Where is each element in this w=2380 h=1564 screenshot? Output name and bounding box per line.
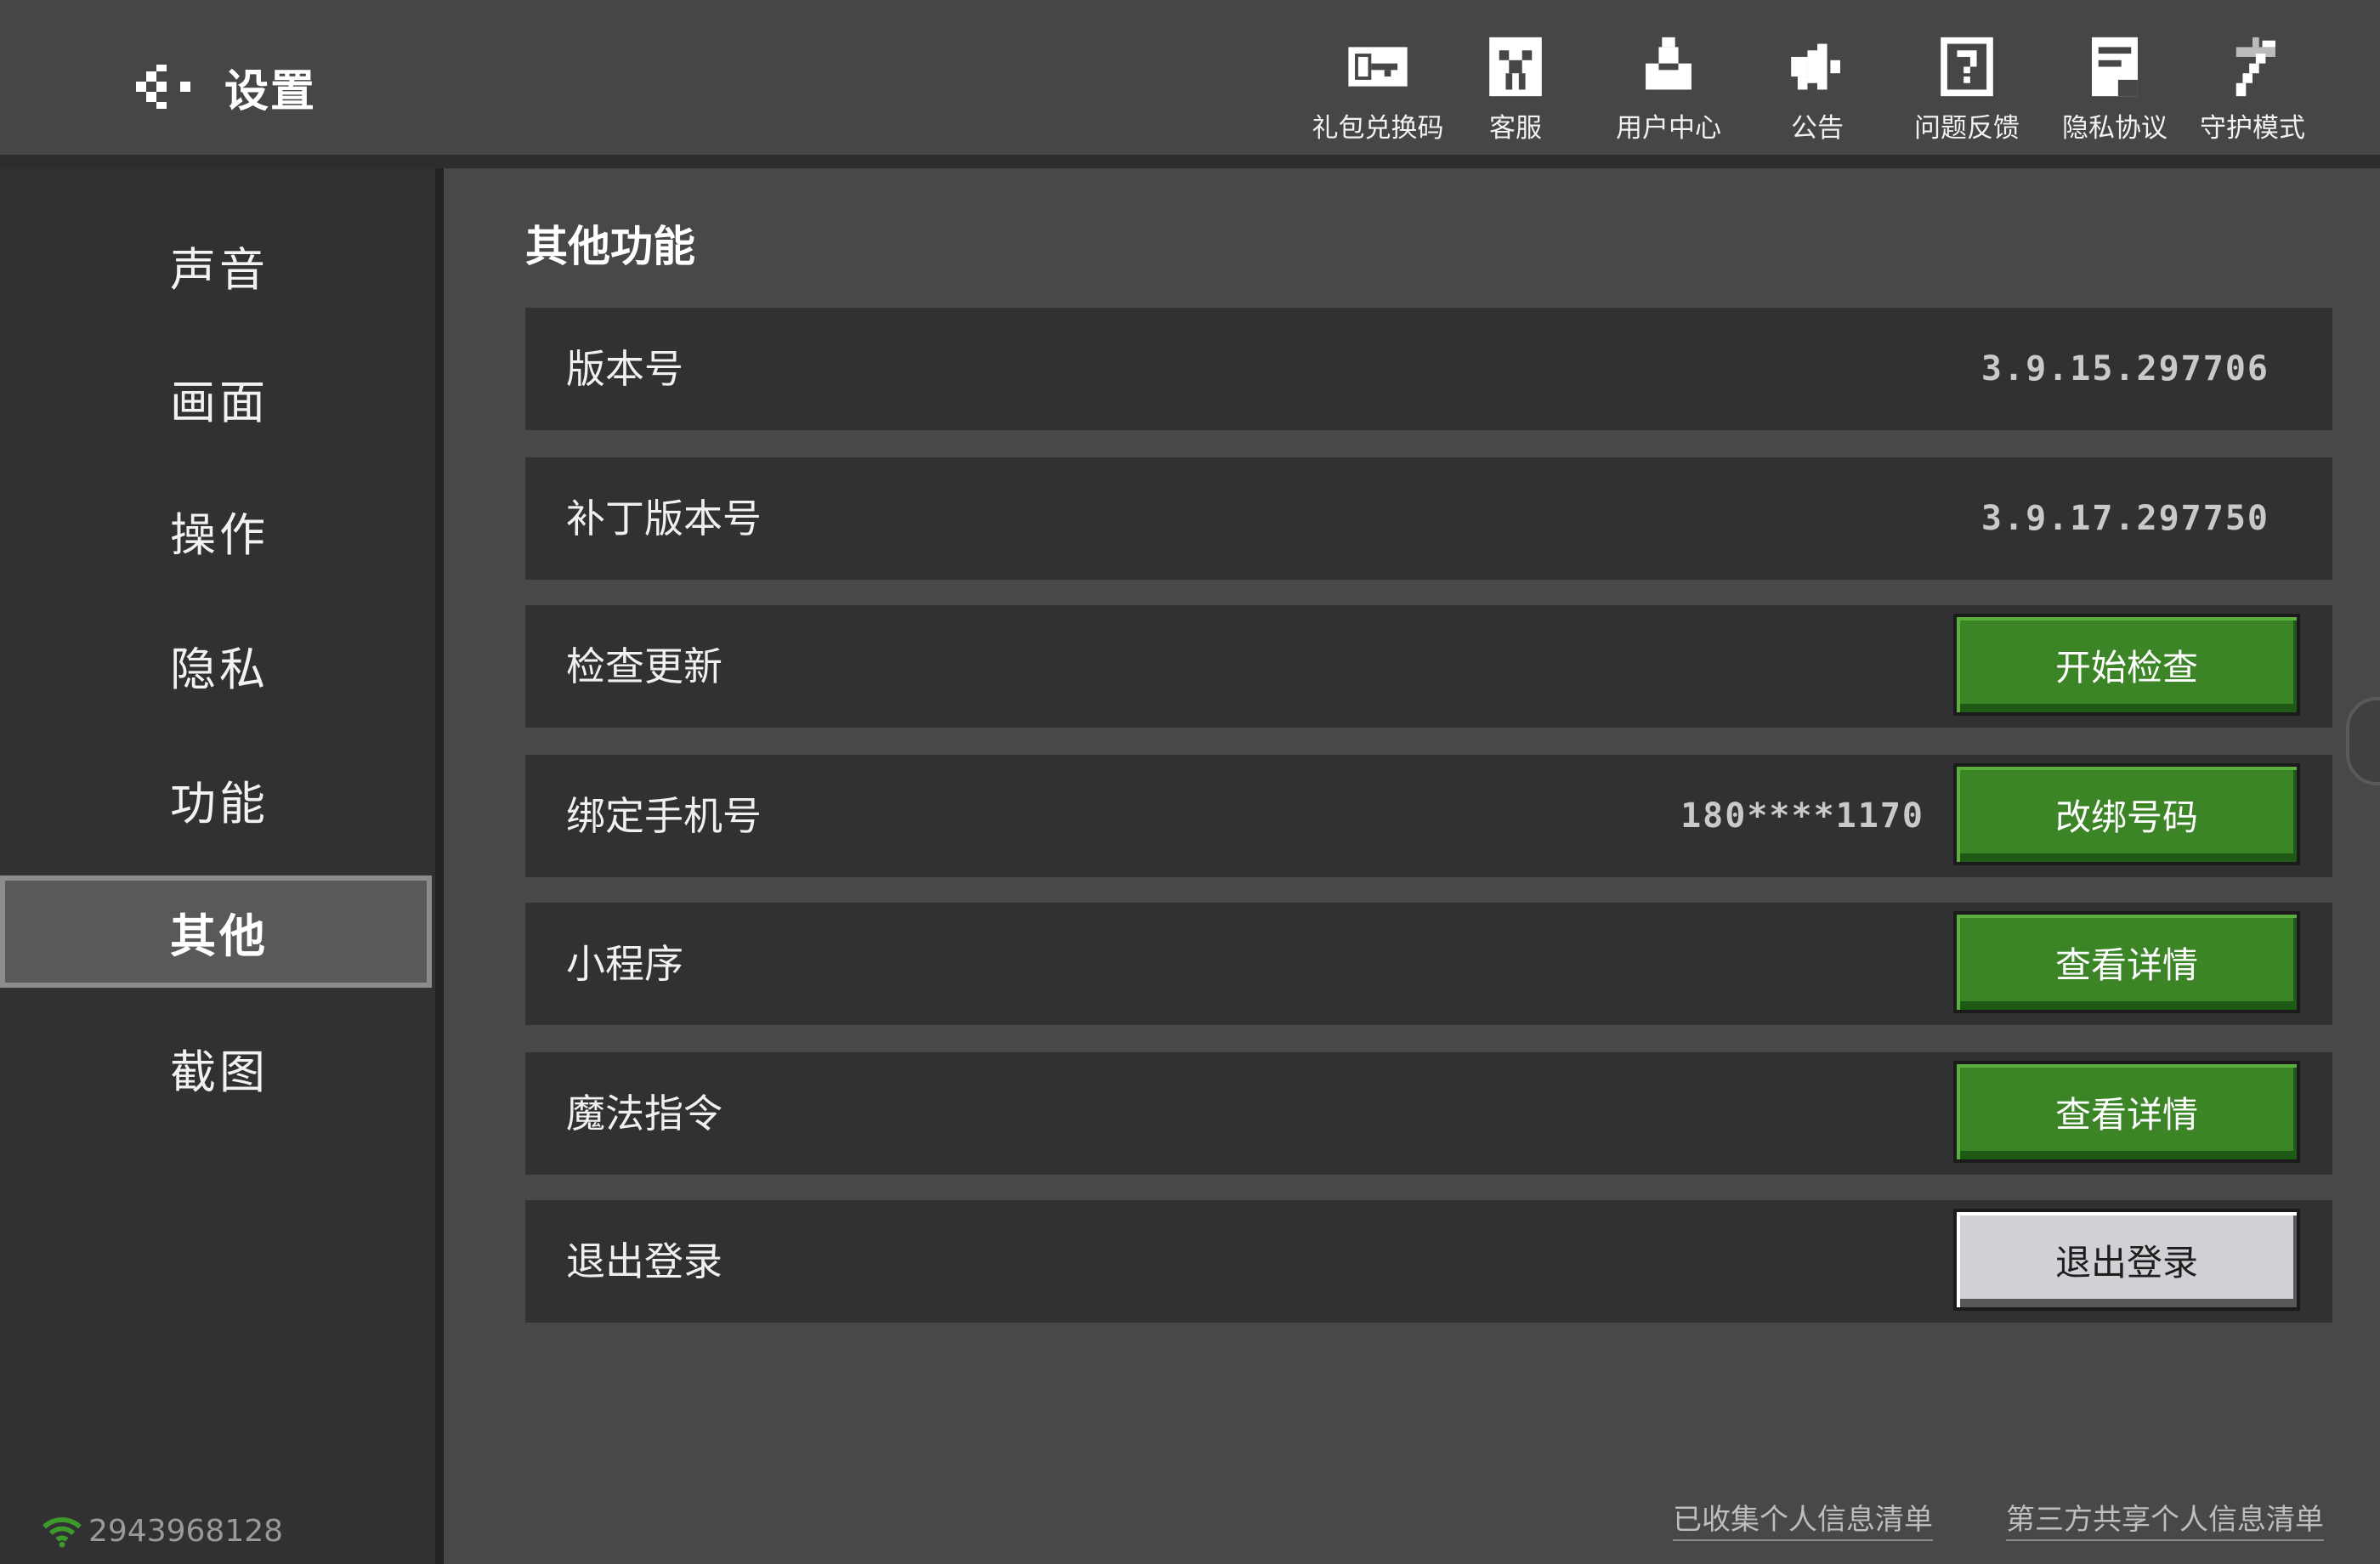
section-title: 其他功能 xyxy=(525,222,695,271)
start-check-button[interactable]: 开始检查 xyxy=(1953,614,2300,716)
version-row: 版本号 3.9.15.297706 xyxy=(525,308,2332,430)
customer-service-icon xyxy=(1489,37,1542,97)
logout-button[interactable]: 退出登录 xyxy=(1953,1209,2300,1311)
check-update-row: 检查更新 开始检查 xyxy=(525,605,2332,728)
sidebar-item-other[interactable]: 其他 xyxy=(0,876,432,988)
side-pull-tab[interactable] xyxy=(2346,697,2380,785)
gift-code-button[interactable]: 礼包兑换码 xyxy=(1301,34,1454,144)
mini-program-row: 小程序 查看详情 xyxy=(525,903,2332,1025)
phone-number-value: 180****1170 xyxy=(1680,796,1924,836)
sidebar-item-screenshot[interactable]: 截图 xyxy=(0,1012,432,1124)
user-center-icon xyxy=(1646,37,1692,90)
tool-label: 客服 xyxy=(1489,113,1542,144)
sidebar-item-controls[interactable]: 操作 xyxy=(0,474,432,586)
mini-program-details-button[interactable]: 查看详情 xyxy=(1953,911,2300,1013)
sidebar-item-label: 其他 xyxy=(170,909,269,963)
privacy-policy-button[interactable]: 隐私协议 xyxy=(2038,34,2191,144)
sidebar-item-privacy[interactable]: 隐私 xyxy=(0,609,432,721)
feedback-button[interactable]: 问题反馈 xyxy=(1890,34,2043,144)
tool-label: 礼包兑换码 xyxy=(1312,113,1444,144)
sidebar-item-label: 隐私 xyxy=(170,642,269,696)
guard-icon xyxy=(2236,37,2275,97)
sidebar-item-sound[interactable]: 声音 xyxy=(0,209,432,321)
sidebar-item-label: 操作 xyxy=(170,507,269,562)
tool-label: 用户中心 xyxy=(1616,113,1721,144)
row-label: 补丁版本号 xyxy=(566,496,762,541)
customer-service-button[interactable]: 客服 xyxy=(1439,34,1592,144)
bind-phone-row: 绑定手机号 180****1170 改绑号码 xyxy=(525,755,2332,877)
row-label: 绑定手机号 xyxy=(566,793,762,839)
user-center-button[interactable]: 用户中心 xyxy=(1592,34,1745,144)
sidebar-item-graphics[interactable]: 画面 xyxy=(0,342,432,454)
guard-mode-button[interactable]: 守护模式 xyxy=(2176,34,2329,144)
wifi-icon xyxy=(42,1516,82,1548)
logout-row: 退出登录 退出登录 xyxy=(525,1200,2332,1323)
tool-label: 公告 xyxy=(1791,113,1844,144)
version-value: 3.9.15.297706 xyxy=(1980,349,2270,388)
patch-version-row: 补丁版本号 3.9.17.297750 xyxy=(525,457,2332,580)
sidebar-item-label: 声音 xyxy=(170,242,269,297)
tool-label: 守护模式 xyxy=(2200,113,2305,144)
row-label: 版本号 xyxy=(566,346,683,392)
sidebar-item-label: 画面 xyxy=(170,375,269,429)
settings-sidebar: 声音 画面 操作 隐私 功能 其他 截图 2943968128 xyxy=(0,168,444,1564)
row-label: 魔法指令 xyxy=(566,1091,722,1136)
row-label: 小程序 xyxy=(566,941,683,987)
sidebar-item-label: 截图 xyxy=(170,1045,269,1099)
network-status: 2943968128 xyxy=(42,1514,283,1549)
patch-version-value: 3.9.17.297750 xyxy=(1980,499,2270,538)
question-icon xyxy=(1941,37,1993,97)
tool-label: 问题反馈 xyxy=(1914,113,2020,144)
row-label: 检查更新 xyxy=(566,643,722,689)
announcement-button[interactable]: 公告 xyxy=(1741,34,1894,144)
document-icon xyxy=(2092,37,2138,97)
network-id: 2943968128 xyxy=(88,1514,284,1549)
megaphone-icon xyxy=(1791,43,1840,90)
sidebar-item-label: 功能 xyxy=(170,776,269,830)
settings-screen: 设置 礼包兑换码 客服 用户中心 公告 问题反馈 隐私协议 守护模式 声音 画面… xyxy=(0,0,2380,1564)
magic-command-row: 魔法指令 查看详情 xyxy=(525,1052,2332,1175)
top-bar: 设置 礼包兑换码 客服 用户中心 公告 问题反馈 隐私协议 守护模式 xyxy=(0,0,2380,168)
change-number-button[interactable]: 改绑号码 xyxy=(1953,763,2300,865)
third-party-info-list-link[interactable]: 第三方共享个人信息清单 xyxy=(2006,1496,2324,1541)
tool-label: 隐私协议 xyxy=(2062,113,2168,144)
settings-content: 其他功能 版本号 3.9.15.297706 补丁版本号 3.9.17.2977… xyxy=(444,168,2380,1564)
key-icon xyxy=(1348,47,1408,87)
row-label: 退出登录 xyxy=(566,1238,722,1284)
magic-command-details-button[interactable]: 查看详情 xyxy=(1953,1061,2300,1163)
sidebar-item-features[interactable]: 功能 xyxy=(0,743,432,855)
collected-info-list-link[interactable]: 已收集个人信息清单 xyxy=(1673,1496,1933,1541)
header-toolbar: 礼包兑换码 客服 用户中心 公告 问题反馈 隐私协议 守护模式 xyxy=(0,34,2380,144)
